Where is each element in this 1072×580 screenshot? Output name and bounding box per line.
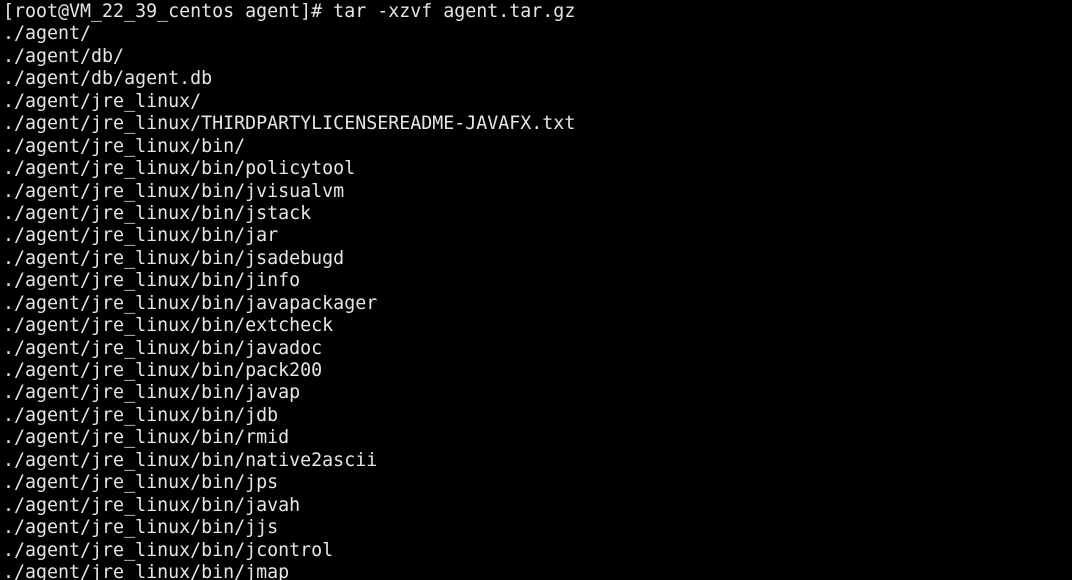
output-line: ./agent/db/agent.db [3,68,213,90]
output-line: ./agent/jre_linux/bin/jstack [3,202,312,224]
output-line: ./agent/jre_linux/bin/rmid [3,427,290,449]
prompt-line: [root@VM_22_39_centos agent]# tar -xzvf … [3,1,576,22]
output-line: ./agent/jre_linux/bin/jmap [3,561,290,580]
output-line: ./agent/jre_linux/bin/extcheck [3,315,334,337]
output-line: ./agent/jre_linux/bin/jps [3,472,279,494]
output-line: ./agent/ [3,23,92,45]
output-line: ./agent/jre_linux/bin/javah [3,494,301,516]
output-line: ./agent/jre_linux/bin/jvisualvm [3,180,345,202]
output-line: ./agent/db/ [3,45,125,67]
output-line: ./agent/jre_linux/bin/jdb [3,404,279,426]
output-line: ./agent/jre_linux/bin/jsadebugd [3,247,345,269]
output-line: ./agent/jre_linux/bin/javadoc [3,337,323,359]
output-line: ./agent/jre_linux/bin/jjs [3,517,279,539]
output-line: ./agent/jre_linux/bin/native2ascii [3,449,378,471]
output-line: ./agent/jre_linux/ [3,90,202,112]
terminal-output: [root@VM_22_39_centos agent]# tar -xzvf … [3,1,575,580]
output-line: ./agent/jre_linux/bin/javap [3,382,301,404]
output-line: ./agent/jre_linux/bin/jcontrol [3,539,334,561]
output-line: ./agent/jre_linux/bin/pack200 [3,360,323,381]
terminal-window[interactable]: [root@VM_22_39_centos agent]# tar -xzvf … [0,0,1072,580]
output-line: ./agent/jre_linux/bin/jar [3,225,279,247]
output-line: ./agent/jre_linux/bin/policytool [3,158,356,180]
output-line: ./agent/jre_linux/bin/jinfo [3,270,301,292]
output-line: ./agent/jre_linux/bin/ [3,135,246,157]
output-line: ./agent/jre_linux/THIRDPARTYLICENSEREADM… [3,113,576,135]
output-line: ./agent/jre_linux/bin/javapackager [3,292,378,314]
